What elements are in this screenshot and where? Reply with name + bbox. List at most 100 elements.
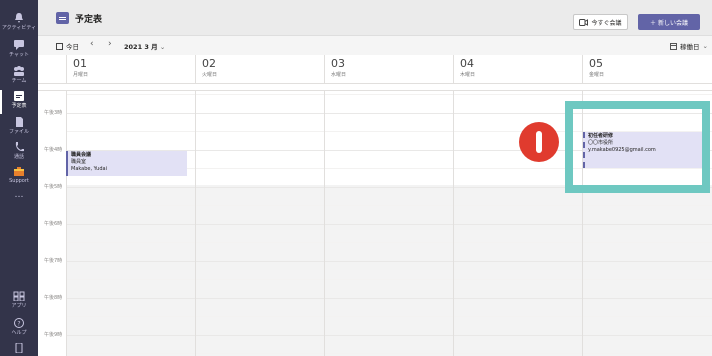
- rail-label: チーム: [11, 78, 27, 84]
- grid-line: [66, 261, 712, 262]
- teams-icon: [14, 66, 24, 76]
- grid-column-line: [66, 91, 67, 356]
- time-label: 午後3時: [44, 110, 63, 116]
- file-icon: [16, 117, 23, 127]
- rail-label: Support: [9, 178, 29, 184]
- apps-icon: [13, 291, 25, 301]
- meet-now-button[interactable]: 今すぐ会議: [573, 14, 628, 30]
- highlight-frame: [565, 101, 710, 193]
- new-meeting-button[interactable]: ＋ 新しい会議: [638, 14, 700, 30]
- calendar-icon: [56, 12, 69, 24]
- day-header-tue[interactable]: 02 火曜日: [195, 55, 324, 84]
- today-button[interactable]: 今日: [56, 41, 79, 51]
- after-hours-shading: [66, 185, 712, 356]
- grid-column-line: [195, 91, 196, 356]
- rail-item-files[interactable]: ファイル: [0, 114, 38, 142]
- video-camera-icon: [579, 18, 589, 26]
- chevron-down-icon: ⌄: [702, 42, 708, 50]
- support-icon: [14, 167, 24, 176]
- bell-icon: [15, 13, 23, 23]
- time-label: 午後7時: [44, 258, 63, 264]
- rail-label: チャット: [9, 52, 29, 58]
- day-header-thu[interactable]: 04 木曜日: [453, 55, 582, 84]
- grid-line: [66, 242, 712, 243]
- grid-line: [66, 224, 712, 225]
- rail-item-calendar[interactable]: 予定表: [0, 88, 38, 116]
- day-number: 03: [331, 57, 345, 70]
- rail-item-support[interactable]: Support: [0, 163, 38, 191]
- time-label: 午後5時: [44, 184, 63, 190]
- calendar-view-icon: [670, 42, 677, 50]
- grid-column-line: [324, 91, 325, 356]
- month-selector[interactable]: 2021 3 月 ⌄: [124, 41, 165, 51]
- time-label: 午後6時: [44, 221, 63, 227]
- event-location: 職員室: [71, 159, 87, 165]
- page-title: 予定表: [75, 15, 103, 25]
- svg-text:?: ?: [17, 321, 20, 328]
- month-label: 2021 3 月: [124, 43, 158, 51]
- step-badge: [519, 122, 559, 162]
- next-week-button[interactable]: ›: [108, 39, 112, 49]
- chevron-left-icon: ‹: [90, 39, 94, 49]
- day-number: 04: [460, 57, 474, 70]
- rail-label: アプリ: [11, 303, 27, 309]
- view-label: 稼働日: [680, 43, 700, 51]
- device-icon: [15, 343, 23, 353]
- rail-label: ファイル: [8, 129, 29, 135]
- chevron-right-icon: ›: [108, 39, 112, 49]
- grid-line: [66, 353, 712, 354]
- grid-line: [66, 94, 712, 95]
- calendar-icon: [14, 91, 24, 101]
- more-icon: …: [14, 190, 24, 200]
- app-rail: アクティビティ チャット チーム 予定表 ファイル 通話 Support … ア…: [0, 0, 38, 356]
- day-header-fri[interactable]: 05 金曜日: [582, 55, 712, 84]
- time-label: 午後4時: [44, 147, 63, 153]
- grid-line: [66, 298, 712, 299]
- event-organizer: Makabe, Yudai: [71, 166, 107, 172]
- rail-item-apps[interactable]: アプリ: [0, 288, 38, 316]
- day-number: 02: [202, 57, 216, 70]
- meet-now-label: 今すぐ会議: [591, 19, 622, 27]
- rail-item-chat[interactable]: チャット: [0, 37, 38, 65]
- rail-label: 予定表: [11, 103, 27, 109]
- grid-line: [66, 279, 712, 280]
- new-meeting-label: ＋ 新しい会議: [650, 19, 688, 27]
- day-header-wed[interactable]: 03 水曜日: [324, 55, 453, 84]
- grid-line: [66, 316, 712, 317]
- time-label: 午後9時: [44, 332, 63, 338]
- help-icon: ?: [14, 318, 24, 328]
- day-name: 火曜日: [202, 72, 218, 78]
- day-header-row: 01 月曜日 02 火曜日 03 水曜日 04 木曜日 05 金曜日: [38, 55, 712, 84]
- rail-label: ヘルプ: [11, 330, 27, 336]
- app-header: 予定表 今すぐ会議 ＋ 新しい会議: [38, 0, 712, 36]
- grid-line: [66, 205, 712, 206]
- time-label: 午後8時: [44, 295, 63, 301]
- today-icon: [56, 42, 63, 50]
- rail-label: アクティビティ: [1, 25, 37, 31]
- rail-item-teams[interactable]: チーム: [0, 63, 38, 91]
- rail-item-help[interactable]: ? ヘルプ: [0, 315, 38, 343]
- rail-item-more[interactable]: …: [0, 190, 38, 218]
- view-selector[interactable]: 稼働日 ⌄: [670, 41, 708, 51]
- all-day-row: [38, 84, 712, 91]
- rail-label: 通話: [13, 154, 24, 160]
- prev-week-button[interactable]: ‹: [90, 39, 94, 49]
- day-name: 月曜日: [73, 72, 89, 78]
- day-header-mon[interactable]: 01 月曜日: [66, 55, 195, 84]
- today-label: 今日: [66, 43, 79, 51]
- event-title: 職員会議: [71, 152, 92, 158]
- rail-item-activity[interactable]: アクティビティ: [0, 10, 38, 38]
- calendar-event[interactable]: 職員会議 職員室 Makabe, Yudai: [66, 151, 187, 176]
- phone-icon: [15, 142, 24, 152]
- calendar-toolbar: 今日 ‹ › 2021 3 月 ⌄ 稼働日 ⌄: [38, 36, 712, 55]
- day-name: 木曜日: [460, 72, 476, 78]
- grid-column-line: [453, 91, 454, 356]
- chevron-down-icon: ⌄: [159, 43, 166, 51]
- day-number: 01: [73, 57, 87, 70]
- day-name: 金曜日: [589, 72, 605, 78]
- day-name: 水曜日: [331, 72, 347, 78]
- chat-icon: [14, 40, 24, 50]
- day-number: 05: [589, 57, 603, 70]
- grid-line: [66, 335, 712, 336]
- rail-item-device[interactable]: [0, 340, 38, 356]
